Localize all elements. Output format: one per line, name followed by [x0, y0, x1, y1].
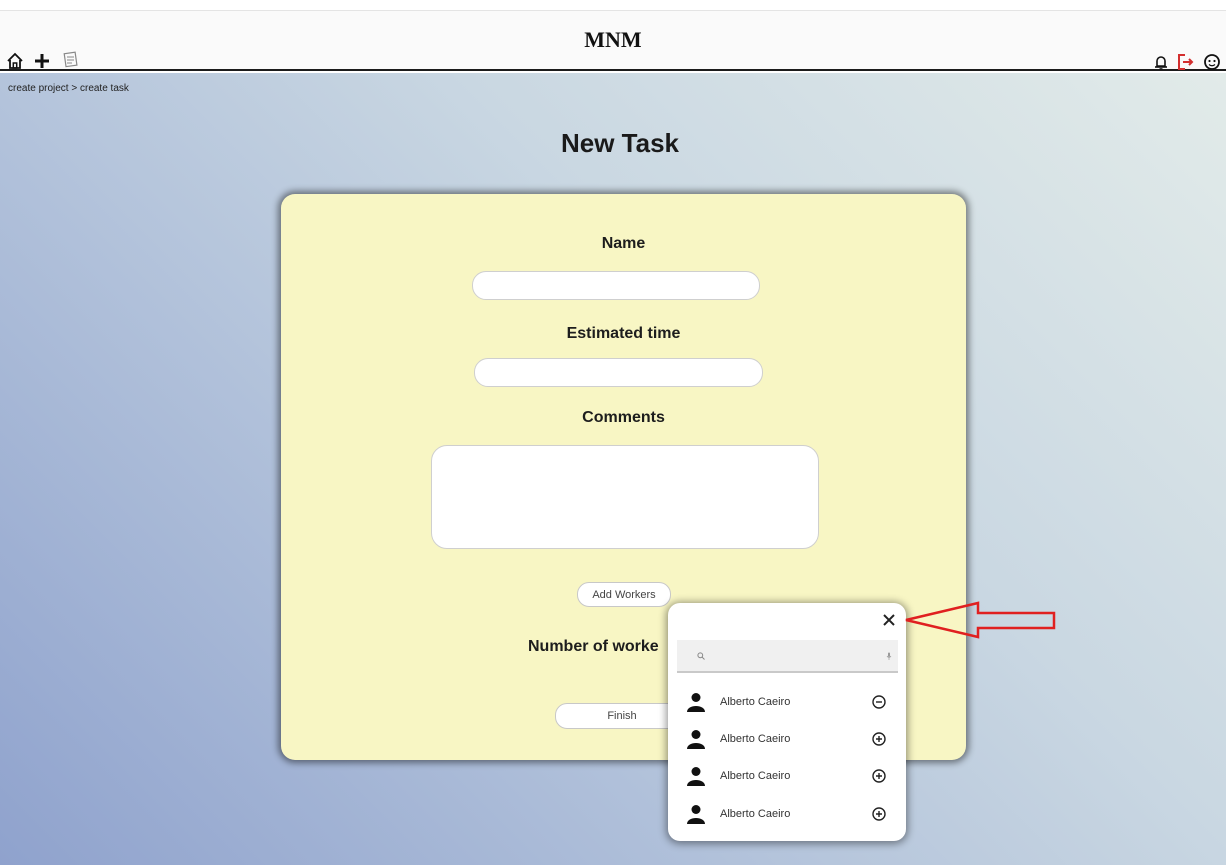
- top-navigation-bar: MNM: [0, 10, 1226, 71]
- user-icon: [686, 729, 706, 749]
- user-icon: [686, 804, 706, 824]
- minus-circle-icon[interactable]: [872, 695, 886, 709]
- logout-icon[interactable]: [1176, 53, 1194, 71]
- worker-search-input[interactable]: [713, 646, 873, 666]
- worker-list-item[interactable]: Alberto Caeiro: [668, 684, 906, 721]
- name-label: Name: [601, 235, 646, 252]
- add-workers-popup: Alberto Caeiro Alberto Caeiro Alberto Ca…: [668, 603, 906, 841]
- app-title: MNM: [584, 27, 642, 52]
- notes-icon[interactable]: [62, 51, 80, 69]
- search-icon: [697, 652, 705, 660]
- microphone-icon[interactable]: [886, 652, 892, 660]
- worker-list-item[interactable]: Alberto Caeiro: [668, 796, 906, 833]
- home-icon[interactable]: [6, 52, 24, 70]
- bell-icon[interactable]: [1153, 54, 1169, 71]
- add-workers-button[interactable]: Add Workers: [577, 582, 671, 607]
- finish-button-label: Finish: [607, 710, 637, 722]
- workers-count-label: Number of worke: [528, 638, 659, 655]
- worker-name: Alberto Caeiro: [720, 733, 791, 745]
- estimated-time-label: Estimated time: [566, 325, 681, 342]
- breadcrumb[interactable]: create project > create task: [8, 83, 129, 94]
- estimated-time-input[interactable]: [474, 358, 763, 387]
- user-icon: [686, 766, 706, 786]
- page-title: New Task: [560, 128, 679, 158]
- annotation-arrow-icon: [900, 600, 1062, 640]
- add-workers-button-label: Add Workers: [592, 588, 656, 601]
- plus-circle-icon[interactable]: [872, 769, 886, 783]
- profile-icon[interactable]: [1203, 53, 1221, 71]
- comments-textarea[interactable]: [431, 445, 819, 549]
- plus-icon[interactable]: [33, 52, 51, 70]
- comments-label: Comments: [582, 409, 665, 426]
- user-icon: [686, 692, 706, 712]
- worker-list-item[interactable]: Alberto Caeiro: [668, 721, 906, 758]
- worker-name: Alberto Caeiro: [720, 770, 791, 782]
- worker-list-item[interactable]: Alberto Caeiro: [668, 758, 906, 795]
- name-input[interactable]: [472, 271, 760, 300]
- close-icon[interactable]: [882, 613, 896, 627]
- worker-search-field[interactable]: [677, 640, 898, 673]
- worker-name: Alberto Caeiro: [720, 808, 791, 820]
- worker-name: Alberto Caeiro: [720, 696, 791, 708]
- plus-circle-icon[interactable]: [872, 807, 886, 821]
- plus-circle-icon[interactable]: [872, 732, 886, 746]
